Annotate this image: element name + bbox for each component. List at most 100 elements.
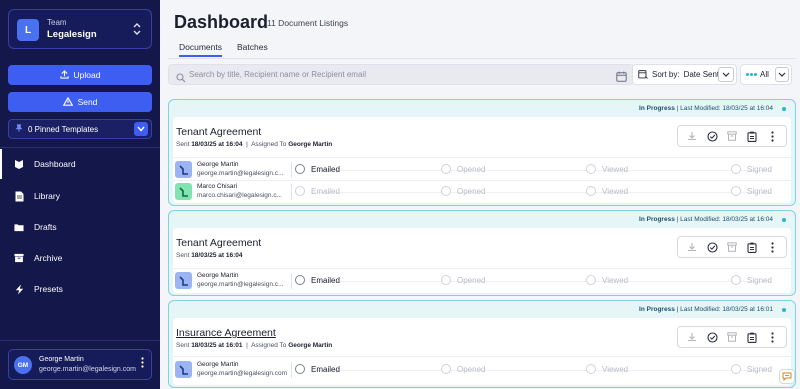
check-circle-icon[interactable] <box>706 331 718 343</box>
recipient-row: George Martin george.martin@legalesign.c… <box>173 159 791 181</box>
card-status: In Progress | Last Modified: 18/03/25 at… <box>639 306 773 313</box>
checkmark-icon <box>295 164 305 174</box>
document-body: Tenant Agreement Sent 18/03/25 at 16:04 … <box>173 117 791 203</box>
team-switcher[interactable]: L Team Legalesign <box>8 9 152 49</box>
step-viewed: Viewed <box>586 164 628 174</box>
tab-documents[interactable]: Documents <box>179 42 222 57</box>
recipient-email: marco.chisari@legalesign.c... <box>197 192 282 199</box>
document-title[interactable]: Tenant Agreement <box>176 126 261 138</box>
row-divider <box>173 157 791 158</box>
progress-track <box>311 170 771 171</box>
chevron-down-icon[interactable] <box>718 67 734 82</box>
archive-icon[interactable] <box>726 241 738 253</box>
document-title[interactable]: Tenant Agreement <box>176 237 261 249</box>
recipient-avatar <box>175 161 192 178</box>
check-circle-icon[interactable] <box>706 241 718 253</box>
tabs-divider <box>168 58 796 59</box>
pinned-templates[interactable]: 0 Pinned Templates <box>8 119 152 139</box>
sidebar-item-presets[interactable]: Presets <box>0 274 160 304</box>
checkmark-icon <box>295 275 305 285</box>
circle-icon <box>586 186 596 196</box>
document-title[interactable]: Insurance Agreement <box>176 327 276 339</box>
card-status: In Progress | Last Modified: 18/03/25 at… <box>639 216 773 223</box>
recipient-name: George Martin <box>197 272 239 279</box>
send-button[interactable]: Send <box>8 92 152 112</box>
card-status: In Progress | Last Modified: 18/03/25 at… <box>639 105 773 112</box>
document-meta: Sent 18/03/25 at 16:01 | Assigned To Geo… <box>176 342 333 349</box>
sidebar-item-drafts[interactable]: Drafts <box>0 212 160 242</box>
more-vertical-icon[interactable] <box>766 241 778 253</box>
check-circle-icon[interactable] <box>706 130 718 142</box>
library-icon <box>14 191 24 201</box>
download-icon[interactable] <box>686 331 698 343</box>
archive-icon[interactable] <box>726 331 738 343</box>
step-opened: Opened <box>441 186 485 196</box>
sidebar: L Team Legalesign Upload Send 0 Pinned T… <box>0 0 160 389</box>
search-input[interactable] <box>189 66 609 83</box>
clipboard-icon[interactable] <box>746 130 758 142</box>
clipboard-icon[interactable] <box>746 331 758 343</box>
upload-label: Upload <box>73 70 101 80</box>
progress-track <box>311 281 771 282</box>
checkmark-icon <box>295 364 305 374</box>
circle-icon <box>441 186 451 196</box>
step-viewed: Viewed <box>586 364 628 374</box>
step-viewed: Viewed <box>586 186 628 196</box>
status-dot <box>782 308 786 312</box>
recipient-row: Marco Chisari marco.chisari@legalesign.c… <box>173 181 791 203</box>
sidebar-item-label: Presets <box>34 284 63 294</box>
step-emailed: Emailed <box>295 364 340 374</box>
archive-icon[interactable] <box>726 130 738 142</box>
sort-dropdown[interactable]: Sort by: Date Sent <box>632 64 737 85</box>
chat-icon[interactable] <box>779 369 795 384</box>
document-card: In Progress | Last Modified: 18/03/25 at… <box>168 210 796 296</box>
status-dot <box>782 107 786 111</box>
status-dot <box>782 218 786 222</box>
send-icon <box>62 96 73 108</box>
circle-icon <box>731 275 741 285</box>
archive-icon <box>14 253 24 263</box>
more-vertical-icon[interactable] <box>766 331 778 343</box>
document-body: Tenant Agreement Sent 18/03/25 at 16:04 … <box>173 228 791 293</box>
sidebar-item-archive[interactable]: Archive <box>0 243 160 273</box>
user-profile[interactable]: GM George Martin george.martin@legalesig… <box>8 349 152 380</box>
sidebar-item-label: Dashboard <box>34 159 76 169</box>
recipient-email: george.martin@legalesign.com <box>197 370 288 377</box>
recipient-row: George Martin george.martin@legalesign.c… <box>173 270 791 292</box>
sidebar-item-library[interactable]: Library <box>0 181 160 211</box>
sidebar-divider <box>0 147 160 148</box>
clipboard-icon[interactable] <box>746 241 758 253</box>
recipient-row: George Martin george.martin@legalesign.c… <box>173 359 791 381</box>
recipient-avatar <box>175 361 192 378</box>
tab-batches[interactable]: Batches <box>237 42 268 52</box>
document-meta: Sent 18/03/25 at 16:04 | Assigned To Geo… <box>176 141 333 148</box>
user-email: george.martin@legalesign.com <box>39 366 136 373</box>
chevron-down-icon[interactable] <box>775 67 789 82</box>
presets-icon <box>14 284 24 294</box>
dashboard-icon <box>14 159 24 169</box>
chevron-down-icon[interactable] <box>134 122 148 136</box>
step-signed: Signed <box>731 164 772 174</box>
upload-button[interactable]: Upload <box>8 65 152 85</box>
document-actions <box>677 125 787 147</box>
row-divider <box>173 356 791 357</box>
search-icon <box>176 70 186 83</box>
document-count: 11 Document Listings <box>267 18 349 28</box>
sidebar-item-dashboard[interactable]: Dashboard <box>0 149 160 179</box>
calendar-icon[interactable] <box>616 69 627 82</box>
team-avatar: L <box>17 19 39 41</box>
more-vertical-icon[interactable] <box>766 130 778 142</box>
search-bar <box>168 64 634 85</box>
pin-icon <box>15 124 23 134</box>
recipient-name: George Martin <box>197 361 239 368</box>
document-body: Insurance Agreement Sent 18/03/25 at 16:… <box>173 318 791 385</box>
more-vertical-icon[interactable] <box>139 357 145 368</box>
step-signed: Signed <box>731 275 772 285</box>
status-filter[interactable]: All <box>740 64 792 85</box>
download-icon[interactable] <box>686 130 698 142</box>
progress-track <box>311 370 771 371</box>
download-icon[interactable] <box>686 241 698 253</box>
row-divider <box>291 273 292 289</box>
circle-icon <box>731 186 741 196</box>
document-meta: Sent 18/03/25 at 16:04 <box>176 252 243 259</box>
